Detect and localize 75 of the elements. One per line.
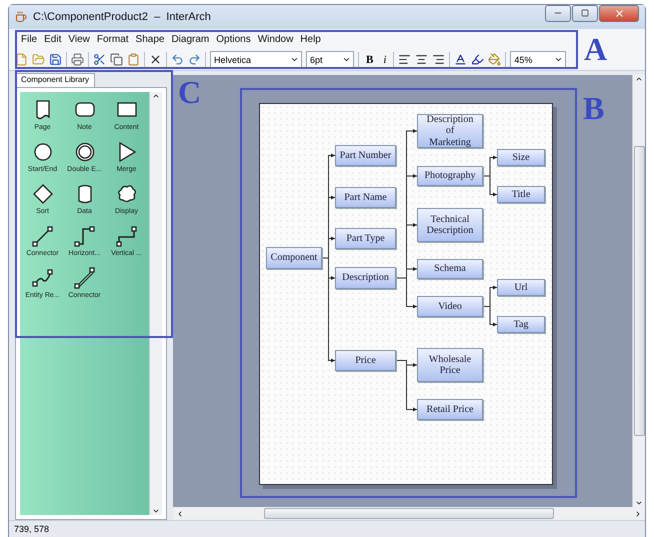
new-file-icon[interactable] <box>15 53 28 66</box>
connector-arrow <box>482 306 498 326</box>
diagram-node[interactable]: Title <box>497 186 545 203</box>
horizontal-scrollbar[interactable] <box>173 507 645 520</box>
menu-item[interactable]: View <box>68 34 90 44</box>
diagram-node[interactable]: Tag <box>497 316 545 333</box>
menu-item[interactable]: Shape <box>136 34 164 44</box>
align-center-icon[interactable] <box>415 53 428 66</box>
italic-button[interactable]: i <box>380 54 390 66</box>
menu-item[interactable]: Options <box>216 34 251 44</box>
scroll-up-icon[interactable] <box>152 92 160 100</box>
diagram-node[interactable]: Retail Price <box>417 399 483 420</box>
callout-letter: A <box>584 33 608 65</box>
scroll-down-icon[interactable] <box>635 499 643 507</box>
connector-icon <box>30 224 54 248</box>
vertical-scrollbar[interactable] <box>149 92 162 515</box>
cut-icon[interactable] <box>93 53 106 66</box>
menu-item[interactable]: Edit <box>44 34 62 44</box>
font-size-dropdown[interactable]: 6pt <box>306 51 354 68</box>
diagram-node[interactable]: Technical Description <box>417 208 483 242</box>
library-tab[interactable]: Component Library <box>15 73 96 87</box>
diagram-node[interactable]: Description <box>335 267 396 289</box>
redo-icon[interactable] <box>188 53 201 66</box>
diagram-node[interactable]: Wholesale Price <box>417 348 483 382</box>
diagram-node[interactable]: Component <box>266 247 322 269</box>
menu-item[interactable]: Help <box>300 34 321 44</box>
diagram-node[interactable]: Description of Marketing <box>417 114 483 148</box>
zoom-dropdown[interactable]: 45% <box>510 51 566 68</box>
diagram-node[interactable]: Video <box>417 296 483 317</box>
status-bar: 739, 578 <box>9 520 645 537</box>
bold-button[interactable]: B <box>363 54 376 66</box>
diagram-node[interactable]: Size <box>497 149 545 166</box>
double-line-connector-icon <box>72 266 96 290</box>
diagram-node[interactable]: Photography <box>417 166 483 186</box>
maximize-button[interactable] <box>572 4 598 22</box>
scroll-right-icon[interactable] <box>634 510 642 518</box>
app-icon <box>15 11 27 23</box>
printer-icon[interactable] <box>71 53 84 66</box>
align-right-icon[interactable] <box>432 53 446 66</box>
scroll-left-icon[interactable] <box>176 510 184 518</box>
align-left-icon[interactable] <box>398 53 412 66</box>
menu-item[interactable]: Diagram <box>171 34 210 44</box>
undo-icon[interactable] <box>171 53 184 66</box>
paste-icon[interactable] <box>127 53 140 66</box>
callout-letter: B <box>583 92 604 124</box>
diagram-node[interactable]: Price <box>335 350 396 371</box>
step-connector-icon <box>72 224 96 248</box>
minimize-button[interactable] <box>545 4 571 22</box>
diagram-node[interactable]: Schema <box>417 259 483 279</box>
caret-icon <box>554 55 564 64</box>
step-connector-icon <box>114 224 138 248</box>
menu-item[interactable]: File <box>21 34 38 44</box>
text-color-icon[interactable] <box>454 53 468 66</box>
close-icon <box>614 8 624 18</box>
copy-icon[interactable] <box>110 53 123 66</box>
vertical-scrollbar[interactable] <box>632 75 645 507</box>
delete-icon[interactable] <box>149 53 162 66</box>
diagram-node[interactable]: Part Number <box>335 145 396 166</box>
diagram-node[interactable]: Part Name <box>335 187 396 208</box>
window-title: C:\ComponentProduct2 – InterArch <box>33 11 212 23</box>
save-icon[interactable] <box>49 53 62 66</box>
highlighter-icon[interactable] <box>471 53 484 66</box>
maximize-icon <box>581 9 589 17</box>
menu-item[interactable]: Window <box>258 34 294 44</box>
callout-letter: C <box>178 76 202 108</box>
scroll-up-icon[interactable] <box>635 75 643 83</box>
diagram-node[interactable]: Part Type <box>335 228 396 249</box>
diagram-node[interactable]: Url <box>497 279 545 296</box>
font-dropdown[interactable]: Helvetica <box>210 51 302 68</box>
diamond-icon <box>30 182 54 206</box>
caret-icon <box>342 55 351 64</box>
scroll-down-icon[interactable] <box>152 507 160 515</box>
menu-item[interactable]: Format <box>96 34 129 44</box>
caret-icon <box>290 55 299 64</box>
close-button[interactable] <box>599 4 639 22</box>
